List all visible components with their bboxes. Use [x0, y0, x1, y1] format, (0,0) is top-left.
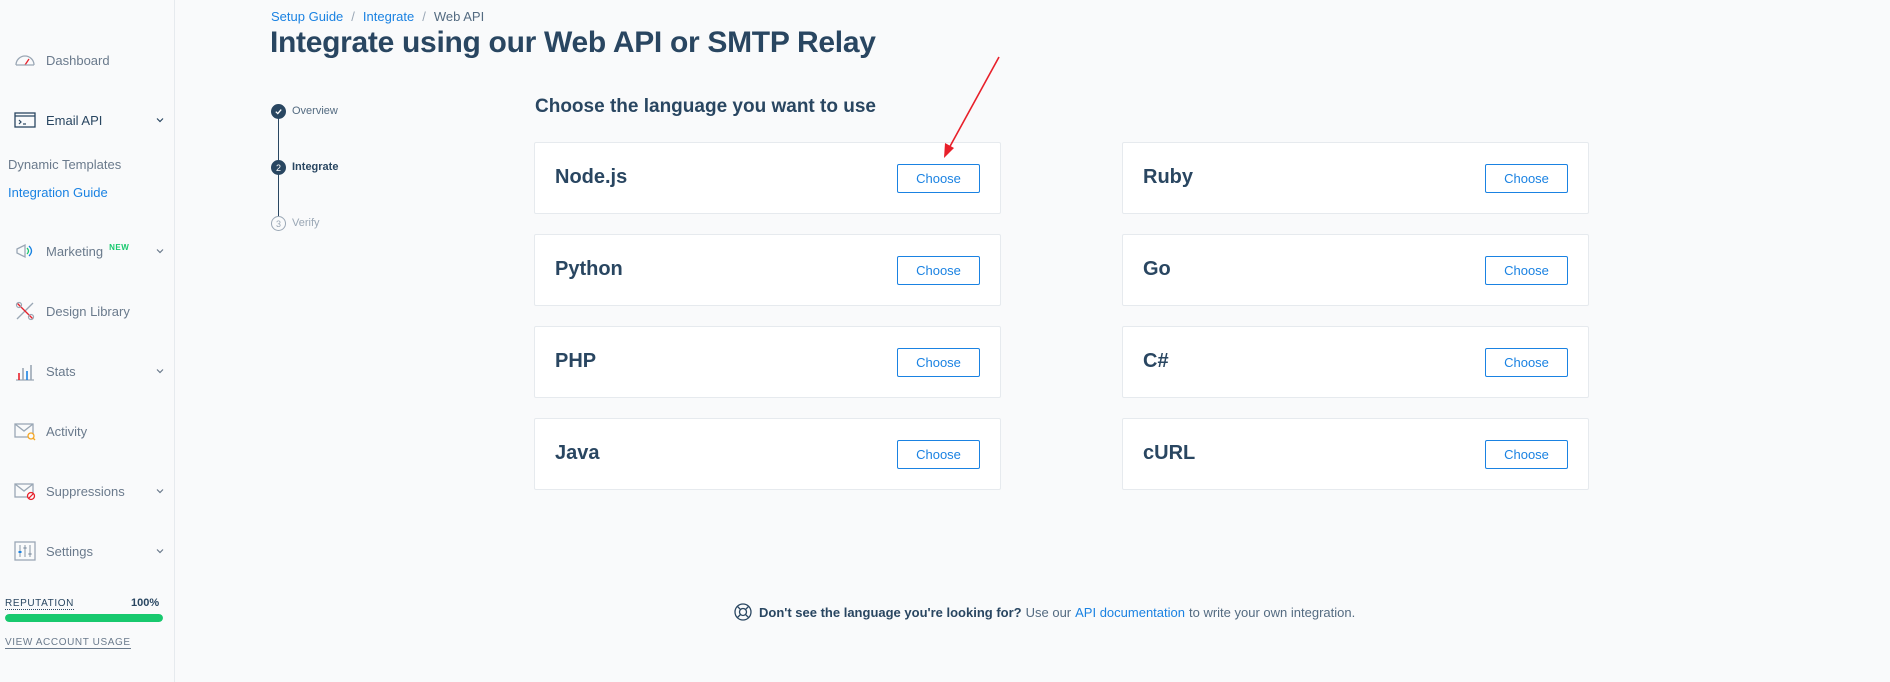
sidebar-item-label: Stats — [46, 363, 76, 379]
choose-ruby-button[interactable]: Choose — [1485, 164, 1568, 193]
sidebar-item-label: Design Library — [46, 303, 130, 319]
bar-chart-icon — [16, 365, 34, 381]
language-card-go: Go Choose — [1122, 234, 1589, 306]
sidebar-item-email-api[interactable]: Email API — [0, 100, 175, 140]
reputation-value: 100% — [131, 597, 160, 609]
choose-csharp-button[interactable]: Choose — [1485, 348, 1568, 377]
breadcrumb-separator: / — [422, 9, 426, 24]
sidebar-item-label: Marketing NEW — [46, 243, 130, 259]
section-title: Choose the language you want to use — [535, 96, 876, 117]
language-name: Python — [555, 258, 623, 280]
step-verify-number: 3 — [271, 216, 286, 231]
choose-python-button[interactable]: Choose — [897, 256, 980, 285]
reputation-label[interactable]: REPUTATION — [5, 598, 74, 610]
sidebar-item-settings[interactable]: Settings — [0, 531, 175, 571]
footer-text-pre: Use our — [1025, 604, 1072, 620]
step-integrate: Integrate — [292, 161, 339, 173]
sidebar-item-dashboard[interactable]: Dashboard — [0, 40, 175, 80]
sidebar-item-design-library[interactable]: Design Library — [0, 291, 175, 331]
breadcrumb-separator: / — [351, 9, 355, 24]
choose-php-button[interactable]: Choose — [897, 348, 980, 377]
sidebar: Dashboard Email API Dynamic Templates In… — [0, 0, 175, 682]
choose-go-button[interactable]: Choose — [1485, 256, 1568, 285]
chevron-down-icon — [156, 369, 164, 374]
sidebar-item-stats[interactable]: Stats — [0, 351, 175, 391]
sidebar-item-marketing[interactable]: Marketing NEW — [0, 231, 175, 271]
language-card-curl: cURL Choose — [1122, 418, 1589, 490]
step-overview-check-icon — [271, 104, 286, 119]
new-badge: NEW — [109, 243, 130, 252]
speedometer-icon — [15, 55, 35, 66]
language-name: PHP — [555, 350, 597, 372]
reputation-bar-fill — [5, 614, 163, 622]
language-card-ruby: Ruby Choose — [1122, 142, 1589, 214]
sidebar-subitem-dynamic-templates[interactable]: Dynamic Templates — [8, 157, 121, 172]
language-name: C# — [1143, 350, 1169, 372]
envelope-block-icon — [14, 483, 36, 501]
design-tools-icon — [15, 301, 35, 321]
sidebar-subitem-integration-guide[interactable]: Integration Guide — [8, 185, 108, 200]
choose-java-button[interactable]: Choose — [897, 440, 980, 469]
view-account-usage-link[interactable]: VIEW ACCOUNT USAGE — [5, 637, 131, 649]
sidebar-item-label: Suppressions — [46, 483, 125, 499]
sidebar-item-label: Email API — [46, 112, 103, 128]
sidebar-item-activity[interactable]: Activity — [0, 411, 175, 451]
sidebar-item-label: Settings — [46, 543, 93, 559]
language-card-python: Python Choose — [534, 234, 1001, 306]
language-name: Go — [1143, 258, 1171, 280]
sidebar-item-suppressions[interactable]: Suppressions — [0, 471, 175, 511]
language-card-java: Java Choose — [534, 418, 1001, 490]
language-card-nodejs: Node.js Choose — [534, 142, 1001, 214]
chevron-down-icon — [156, 249, 164, 254]
language-name: Node.js — [555, 166, 628, 188]
lifebuoy-icon — [734, 603, 752, 621]
language-name: cURL — [1143, 442, 1196, 464]
breadcrumb-setup-guide[interactable]: Setup Guide — [271, 9, 343, 24]
breadcrumb: Setup Guide / Integrate / Web API — [271, 9, 484, 24]
language-name: Java — [555, 442, 600, 464]
footer-help-note: Don't see the language you're looking fo… — [733, 602, 1355, 622]
footer-text-post: to write your own integration. — [1189, 604, 1356, 620]
language-card-php: PHP Choose — [534, 326, 1001, 398]
chevron-down-icon — [156, 489, 164, 494]
step-overview[interactable]: Overview — [292, 105, 338, 117]
chevron-down-icon — [156, 549, 164, 554]
envelope-search-icon — [14, 423, 36, 441]
sidebar-item-label: Dashboard — [46, 52, 110, 68]
chevron-down-icon — [156, 118, 164, 123]
choose-nodejs-button[interactable]: Choose — [897, 164, 980, 193]
language-card-csharp: C# Choose — [1122, 326, 1589, 398]
reputation-bar — [5, 614, 163, 622]
breadcrumb-current: Web API — [433, 9, 485, 24]
choose-curl-button[interactable]: Choose — [1485, 440, 1568, 469]
language-name: Ruby — [1143, 166, 1193, 188]
page-title: Integrate using our Web API or SMTP Rela… — [270, 26, 876, 59]
email-api-icon — [14, 112, 36, 128]
footer-question: Don't see the language you're looking fo… — [759, 604, 1022, 620]
sliders-icon — [14, 541, 36, 561]
step-verify: Verify — [292, 217, 320, 229]
api-documentation-link[interactable]: API documentation — [1075, 605, 1185, 620]
breadcrumb-integrate[interactable]: Integrate — [363, 9, 414, 24]
megaphone-icon — [16, 243, 33, 259]
sidebar-item-label: Activity — [46, 423, 88, 439]
step-integrate-number: 2 — [271, 160, 286, 175]
